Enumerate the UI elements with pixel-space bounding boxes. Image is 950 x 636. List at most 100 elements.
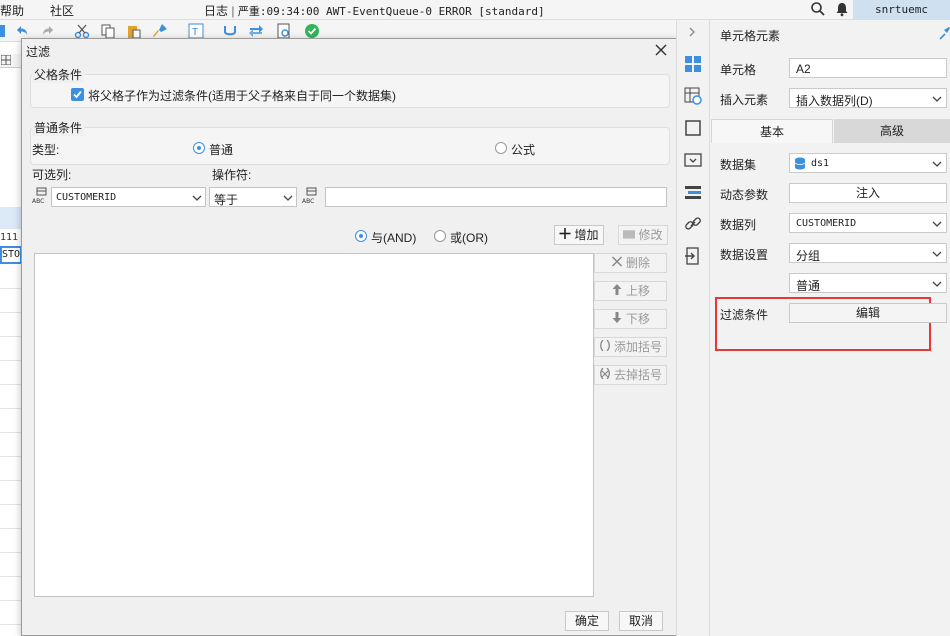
available-columns-label: 可选列: — [32, 168, 72, 182]
search-icon[interactable] — [810, 1, 826, 17]
add-bracket-button[interactable]: 添加括号 — [594, 337, 667, 357]
dataset-value: ds1 — [811, 158, 830, 169]
filter-condition-label: 过滤条件 — [720, 308, 769, 322]
log-label: 日志 — [204, 4, 229, 18]
operator-label: 操作符: — [212, 168, 252, 182]
type-normal-radio[interactable] — [193, 142, 205, 154]
check-icon[interactable] — [304, 23, 320, 39]
bell-icon[interactable] — [834, 1, 850, 17]
filter-dialog: 过滤 父格条件 将父格子作为过滤条件(适用于父子格来自于同一个数据集) 普通条件… — [21, 38, 677, 636]
svg-text:ABC: ABC — [32, 198, 44, 205]
side-icon-strip — [676, 20, 710, 636]
cell-element-panel: 单元格元素 单元格 A2 插入元素 插入数据列(D) 基本 高级 数据集 ds1… — [711, 20, 950, 636]
grid-cell-a1[interactable]: 111 — [0, 232, 18, 243]
copy-icon[interactable] — [100, 23, 116, 39]
dataset-select[interactable]: ds1 — [789, 153, 947, 173]
inject-button[interactable]: 注入 — [789, 183, 947, 203]
chevron-down-icon — [932, 221, 942, 227]
arrow-down-icon — [612, 312, 622, 323]
data-setting-sub-value: 普通 — [796, 279, 821, 293]
hyperlink-icon[interactable] — [684, 215, 702, 233]
log-status[interactable]: 日志 | 严重:09:34:00 AWT-EventQueue-0 ERROR … — [204, 2, 545, 19]
remove-bracket-button-label: 去掉括号 — [613, 368, 662, 382]
panel-title: 单元格元素 — [720, 29, 781, 43]
logic-and-radio[interactable] — [355, 230, 367, 242]
pin-icon[interactable] — [939, 26, 950, 40]
tab-advanced[interactable]: 高级 — [834, 119, 950, 143]
filter-edit-button[interactable]: 编辑 — [789, 303, 947, 323]
value-input[interactable] — [325, 187, 667, 207]
user-account[interactable]: snrtuemc — [853, 0, 950, 20]
logic-or-label: 或(OR) — [450, 231, 488, 245]
insert-element-label: 插入元素 — [720, 93, 769, 107]
parent-filter-checkbox[interactable] — [71, 88, 84, 101]
cancel-button[interactable]: 取消 — [619, 611, 663, 631]
menu-bar: 帮助 社区 日志 | 严重:09:34:00 AWT-EventQueue-0 … — [0, 0, 950, 20]
undo-icon[interactable] — [14, 23, 30, 39]
link-icon[interactable] — [222, 23, 238, 39]
column-select-value: CUSTOMERID — [56, 192, 117, 203]
tab-basic[interactable]: 基本 — [711, 119, 833, 143]
ok-button[interactable]: 确定 — [565, 611, 609, 631]
modify-button[interactable]: 修改 — [618, 225, 668, 245]
text-format-icon[interactable]: T — [188, 23, 204, 39]
checkmark-icon — [73, 90, 82, 99]
paste-icon[interactable] — [126, 23, 142, 39]
move-up-button-label: 上移 — [625, 284, 650, 298]
common-condition-group — [30, 127, 670, 165]
insert-element-value: 插入数据列(D) — [796, 94, 873, 108]
condition-list[interactable] — [34, 253, 594, 597]
export-icon[interactable] — [684, 247, 702, 265]
column-select[interactable]: CUSTOMERID — [51, 187, 206, 207]
insert-element-select[interactable]: 插入数据列(D) — [789, 88, 947, 108]
cell-label: 单元格 — [720, 63, 757, 77]
value-type-icon[interactable]: ABC — [302, 187, 320, 205]
operator-select-value: 等于 — [214, 193, 239, 207]
condition-icon[interactable] — [684, 183, 702, 201]
move-up-button[interactable]: 上移 — [594, 281, 667, 301]
svg-text:ABC: ABC — [302, 198, 314, 205]
cell-attribute-icon[interactable] — [684, 87, 702, 105]
redo-icon[interactable] — [40, 23, 56, 39]
grid-cell-a2[interactable]: STO — [0, 246, 22, 264]
chevron-right-icon[interactable] — [687, 26, 697, 38]
logic-or-radio[interactable] — [434, 230, 446, 242]
data-setting-select[interactable]: 分组 — [789, 243, 947, 263]
cell-element-icon[interactable] — [684, 55, 702, 73]
parent-condition-title: 父格条件 — [32, 66, 85, 83]
menu-help[interactable]: 帮助 — [0, 2, 24, 19]
plus-icon — [559, 228, 571, 239]
chevron-down-icon — [192, 195, 202, 201]
text-type-icon: ABC — [32, 187, 47, 205]
data-column-label: 数据列 — [720, 218, 757, 232]
data-column-select[interactable]: CUSTOMERID — [789, 213, 947, 233]
remove-bracket-icon — [600, 368, 610, 379]
chevron-down-icon — [932, 251, 942, 257]
cell-input[interactable]: A2 — [789, 58, 947, 78]
remove-bracket-button[interactable]: 去掉括号 — [594, 365, 667, 385]
grid-column-header — [0, 207, 22, 229]
delete-button[interactable]: 删除 — [594, 253, 667, 273]
add-button[interactable]: 增加 — [554, 225, 604, 245]
sheet-grid[interactable]: 111 STO — [0, 42, 22, 636]
grid-header — [0, 54, 22, 68]
cut-icon[interactable] — [74, 23, 90, 39]
swap-icon[interactable] — [248, 23, 264, 39]
data-setting-sub-select[interactable]: 普通 — [789, 273, 947, 293]
data-column-value: CUSTOMERID — [796, 218, 857, 229]
operator-select[interactable]: 等于 — [209, 187, 297, 207]
move-down-button[interactable]: 下移 — [594, 309, 667, 329]
dataset-label: 数据集 — [720, 158, 757, 172]
database-icon — [794, 157, 806, 170]
border-icon[interactable] — [684, 119, 702, 137]
menu-community[interactable]: 社区 — [50, 2, 74, 19]
widget-icon[interactable] — [684, 151, 702, 169]
preview-icon[interactable] — [276, 23, 292, 39]
format-brush-icon[interactable] — [152, 23, 168, 39]
edit-icon — [623, 230, 636, 239]
parent-filter-label: 将父格子作为过滤条件(适用于父子格来自于同一个数据集) — [88, 89, 396, 103]
type-formula-label: 公式 — [511, 143, 536, 157]
type-formula-radio[interactable] — [495, 142, 507, 154]
modify-button-label: 修改 — [638, 228, 663, 242]
close-icon[interactable] — [654, 43, 668, 57]
